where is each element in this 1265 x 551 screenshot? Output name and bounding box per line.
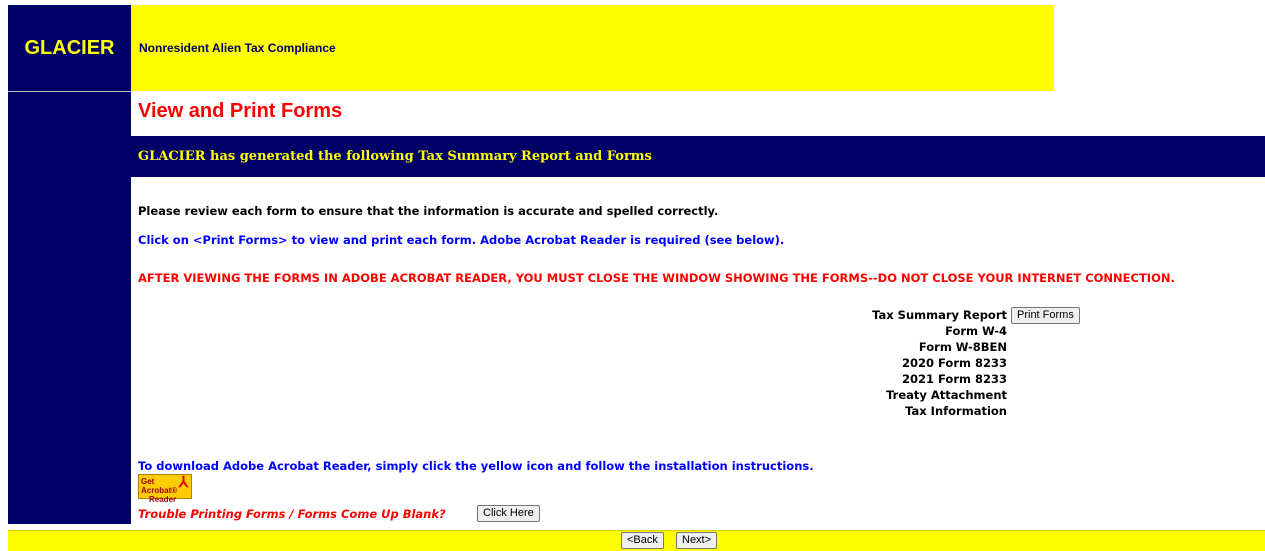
banner-text: GLACIER has generated the following Tax …	[138, 149, 652, 164]
pdf-logo-icon: ⅄	[178, 474, 188, 491]
header-bar: Nonresident Alien Tax Compliance	[131, 5, 1054, 91]
trouble-click-here-button[interactable]: Click Here	[477, 505, 540, 522]
form-item-tax-summary-report: Tax Summary Report	[872, 308, 1007, 322]
close-window-warning: AFTER VIEWING THE FORMS IN ADOBE ACROBAT…	[138, 271, 1175, 285]
form-item-2020-8233: 2020 Form 8233	[902, 356, 1007, 370]
form-item-treaty-attachment: Treaty Attachment	[886, 388, 1007, 402]
section-banner: GLACIER has generated the following Tax …	[131, 136, 1265, 177]
next-button[interactable]: Next>	[676, 532, 718, 549]
form-item-2021-8233: 2021 Form 8233	[902, 372, 1007, 386]
header-subtitle: Nonresident Alien Tax Compliance	[139, 41, 336, 55]
forms-list: Tax Summary Report Form W-4 Form W-8BEN …	[872, 307, 1007, 419]
review-instruction: Please review each form to ensure that t…	[138, 204, 719, 218]
acrobat-icon-line2: Reader	[149, 495, 177, 504]
get-acrobat-reader-icon[interactable]: Get Acrobat® Reader ⅄	[138, 474, 192, 504]
brand-logo: GLACIER	[24, 36, 115, 59]
trouble-printing-text: Trouble Printing Forms / Forms Come Up B…	[138, 507, 446, 521]
acrobat-download-text: To download Adobe Acrobat Reader, simply…	[138, 459, 814, 473]
form-item-tax-information: Tax Information	[905, 404, 1007, 418]
print-forms-button[interactable]: Print Forms	[1011, 307, 1080, 324]
form-item-w8ben: Form W-8BEN	[918, 340, 1007, 354]
back-button[interactable]: <Back	[621, 532, 664, 549]
print-instruction: Click on <Print Forms> to view and print…	[138, 233, 785, 247]
page-title: View and Print Forms	[138, 100, 343, 122]
form-item-w4: Form W-4	[945, 324, 1007, 338]
sidebar-divider	[8, 91, 131, 92]
